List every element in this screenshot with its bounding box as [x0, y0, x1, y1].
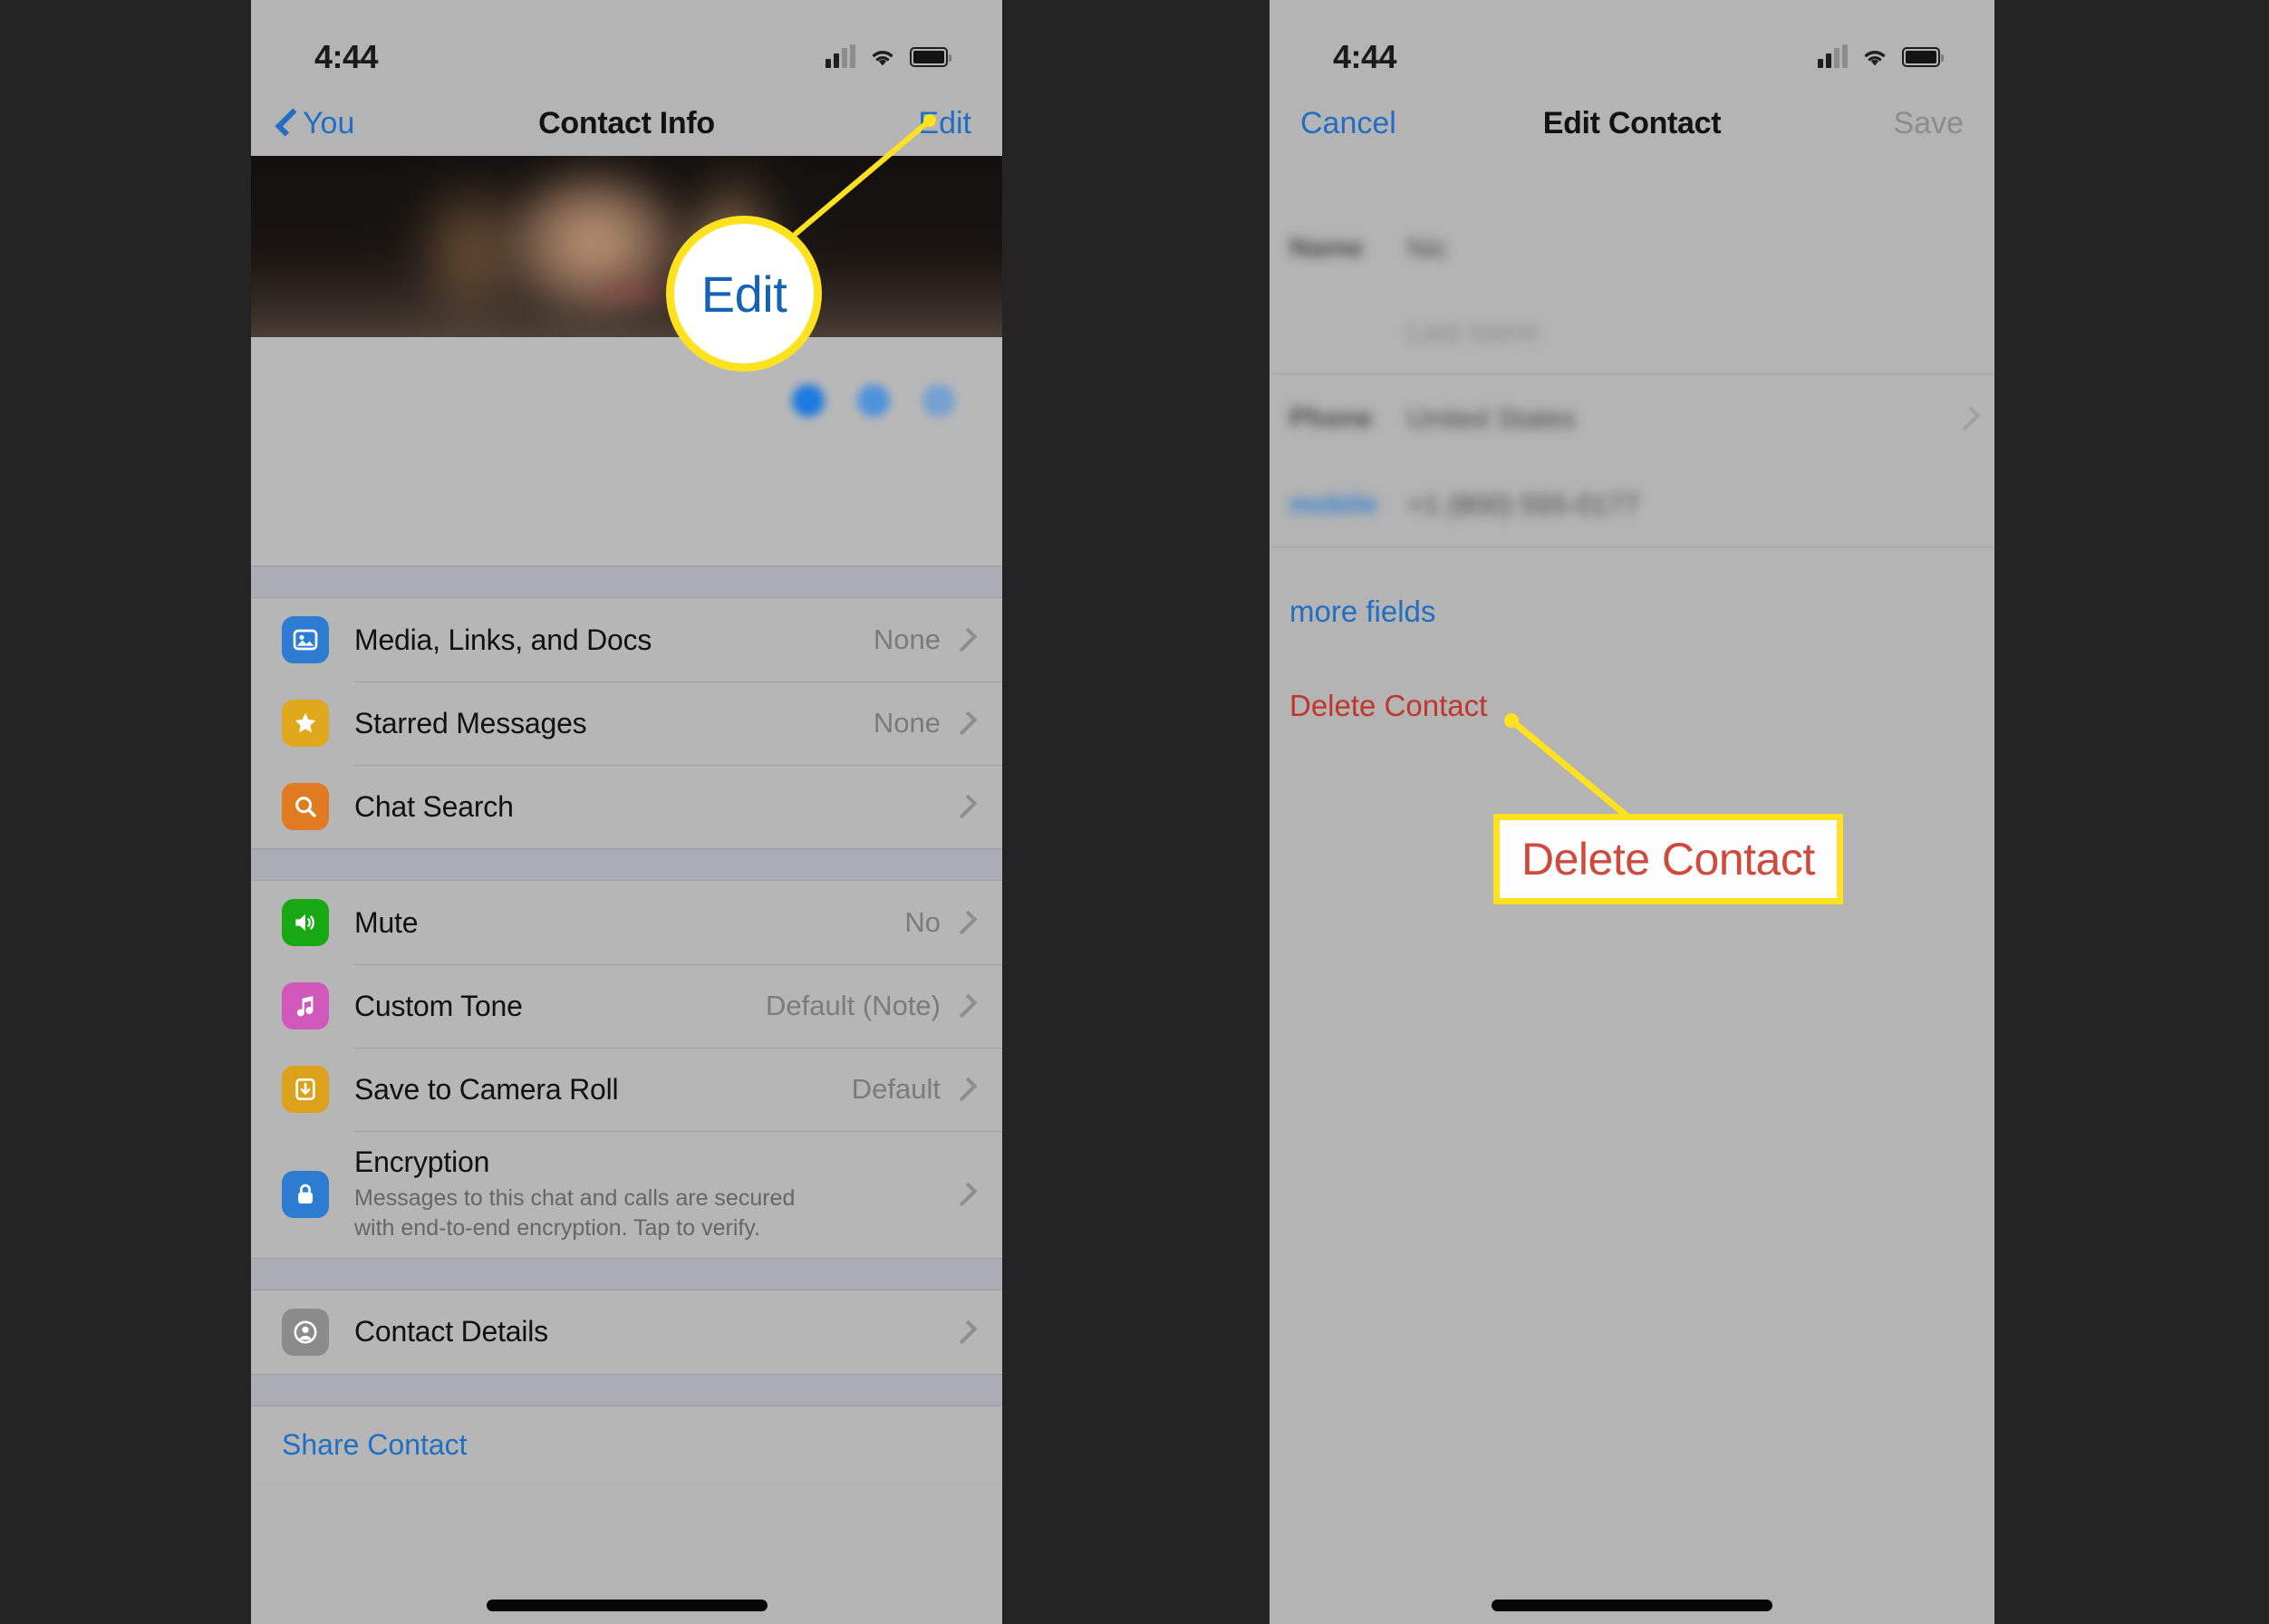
annotation-delete-text: Delete Contact — [1521, 834, 1815, 884]
leader-line-delete — [1508, 717, 1630, 819]
leader-line-edit — [793, 118, 932, 237]
leader-dot-delete — [1504, 713, 1519, 728]
screenshot-stage: 4:44 You Contact Info Edit Media, Links,… — [0, 0, 2269, 1624]
annotation-leader-lines — [793, 114, 1630, 819]
annotation-edit-text: Edit — [700, 265, 787, 323]
leader-dot-edit — [923, 114, 936, 127]
annotation-delete-callout: Delete Contact — [1493, 814, 1843, 904]
annotation-edit-callout: Edit — [666, 216, 822, 372]
